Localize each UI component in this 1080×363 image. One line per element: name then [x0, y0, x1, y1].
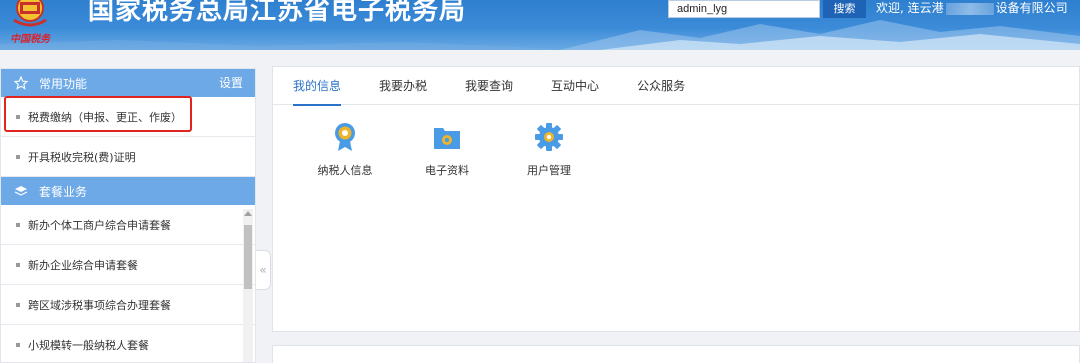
- app-taxpayer-info[interactable]: 纳税人信息: [305, 121, 385, 178]
- sidebar-collapse-button[interactable]: «: [256, 250, 271, 290]
- scrollbar-thumb[interactable]: [244, 225, 252, 289]
- layers-icon: [13, 183, 29, 199]
- welcome-text: 欢迎, 连云港 设备有限公司: [876, 0, 1068, 16]
- sidebar-item-label: 开具税收完税(费)证明: [28, 150, 136, 164]
- package-business-title: 套餐业务: [39, 184, 88, 199]
- left-sidebar: 常用功能 设置 税费缴纳（申报、更正、作废） 开具税收完税(费)证明 套餐业务 …: [0, 68, 256, 363]
- welcome-suffix: 设备有限公司: [995, 1, 1068, 15]
- secondary-panel: [272, 345, 1080, 363]
- welcome-prefix: 欢迎, 连云港: [876, 1, 944, 15]
- search-input[interactable]: [668, 0, 820, 18]
- bullet-icon: [16, 262, 20, 267]
- site-title: 国家税务总局江苏省电子税务局: [88, 0, 467, 26]
- tab-interaction-center[interactable]: 互动中心: [551, 67, 599, 105]
- tab-query[interactable]: 我要查询: [465, 67, 513, 105]
- sidebar-item-tax-certificate[interactable]: 开具税收完税(费)证明: [1, 137, 255, 177]
- app-label: 纳税人信息: [317, 164, 373, 177]
- bullet-icon: [16, 302, 20, 307]
- bullet-icon: [16, 154, 20, 159]
- main-tabs: 我的信息 我要办税 我要查询 互动中心 公众服务: [273, 67, 1079, 106]
- app-electronic-documents[interactable]: 电子资料: [407, 121, 487, 178]
- sidebar-item-cross-region-package[interactable]: 跨区域涉税事项综合办理套餐: [1, 285, 255, 325]
- sidebar-item-small-scale-package[interactable]: 小规模转一般纳税人套餐: [1, 325, 255, 363]
- bullet-icon: [16, 114, 20, 119]
- sidebar-item-tax-payment[interactable]: 税费缴纳（申报、更正、作废）: [1, 97, 255, 137]
- gear-icon: [535, 123, 563, 151]
- tax-emblem-icon: [13, 0, 47, 27]
- logo-script-text: 中国税务: [10, 34, 50, 45]
- app-grid: 纳税人信息 电子资料 用户管理: [273, 105, 1079, 205]
- package-business-header[interactable]: 套餐业务: [1, 177, 255, 205]
- sidebar-item-label: 跨区域涉税事项综合办理套餐: [28, 298, 171, 312]
- redacted-name: [945, 2, 994, 15]
- bullet-icon: [16, 342, 20, 347]
- sidebar-item-enterprise-package[interactable]: 新办企业综合申请套餐: [1, 245, 255, 285]
- settings-link[interactable]: 设置: [219, 69, 243, 97]
- main-panel: 我的信息 我要办税 我要查询 互动中心 公众服务 纳税人信息 电子资料 用户管理: [272, 66, 1080, 332]
- search-button[interactable]: 搜索: [823, 0, 866, 18]
- sidebar-item-label: 新办企业综合申请套餐: [28, 258, 138, 272]
- common-functions-header[interactable]: 常用功能 设置: [1, 69, 255, 97]
- tab-public-service[interactable]: 公众服务: [637, 67, 685, 105]
- sidebar-item-individual-package[interactable]: 新办个体工商户综合申请套餐: [1, 205, 255, 245]
- sidebar-item-label: 税费缴纳（申报、更正、作废）: [28, 110, 182, 124]
- site-header: 中国税务 国家税务总局江苏省电子税务局 搜索 欢迎, 连云港 设备有限公司: [0, 0, 1080, 50]
- app-user-management[interactable]: 用户管理: [509, 121, 589, 178]
- star-icon: [13, 75, 29, 91]
- tab-my-info[interactable]: 我的信息: [293, 67, 342, 106]
- sidebar-scrollbar[interactable]: [243, 209, 253, 362]
- folder-icon: [434, 128, 460, 149]
- sidebar-item-label: 小规模转一般纳税人套餐: [28, 338, 149, 352]
- taxpayer-badge-icon: [335, 123, 355, 151]
- bullet-icon: [16, 222, 20, 227]
- scroll-up-arrow-icon[interactable]: [244, 211, 252, 216]
- app-label: 用户管理: [527, 164, 571, 177]
- sidebar-item-label: 新办个体工商户综合申请套餐: [28, 218, 171, 232]
- common-functions-title: 常用功能: [39, 76, 88, 91]
- tab-handle-tax[interactable]: 我要办税: [379, 67, 427, 105]
- app-label: 电子资料: [425, 164, 469, 177]
